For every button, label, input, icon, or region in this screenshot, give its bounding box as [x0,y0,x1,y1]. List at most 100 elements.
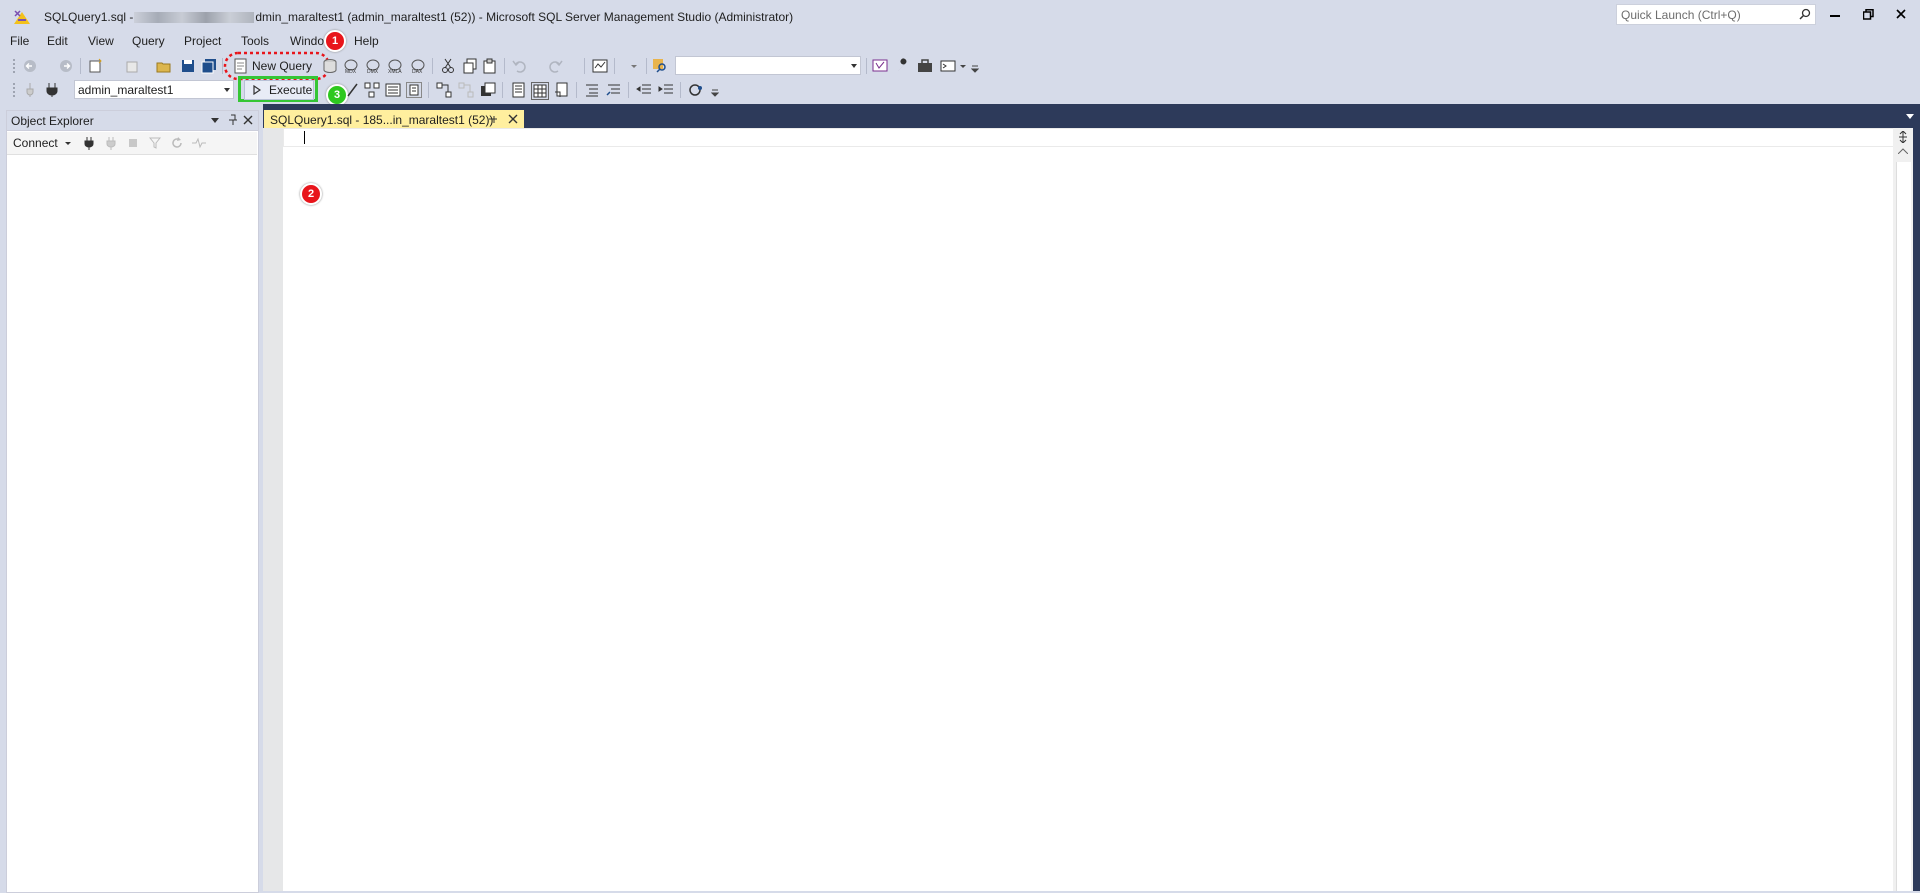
connect-icon[interactable] [22,82,38,98]
query-options-icon[interactable] [385,82,401,98]
dax-query-icon[interactable]: DAX [410,58,426,74]
client-statistics-icon[interactable] [480,82,496,98]
toolbar-separator [614,58,615,74]
execute-label: Execute [269,83,313,97]
tab-sqlquery1[interactable]: SQLQuery1.sql - 185...in_maraltest1 (52)… [264,110,524,129]
pin-icon[interactable] [488,115,498,124]
undo-icon[interactable] [512,58,528,74]
find-in-files-icon[interactable] [652,58,668,74]
menu-project[interactable]: Project [184,34,221,48]
toolbar-overflow-icon[interactable] [710,84,720,100]
pin-icon[interactable] [228,114,238,126]
increase-indent-icon[interactable] [658,82,674,98]
connect-label: Connect [13,136,58,150]
toolbar-grip[interactable] [12,58,16,74]
live-query-stats-icon[interactable] [458,82,474,98]
solution-config-dropdown[interactable] [626,58,642,74]
query-editor[interactable] [263,128,1920,891]
menu-window[interactable]: Windo [290,34,324,48]
scroll-up-icon[interactable] [1898,148,1908,154]
menu-query[interactable]: Query [132,34,165,48]
toolbar-separator [584,58,585,74]
cut-icon[interactable] [440,58,456,74]
properties-wrench-icon[interactable] [895,58,911,74]
connect-dropdown-button[interactable]: Connect [11,135,77,151]
open-file-icon[interactable] [156,58,172,74]
restore-button[interactable] [1853,4,1883,24]
database-value: admin_maraltest1 [78,83,174,97]
change-connection-icon[interactable] [44,82,60,98]
execute-button[interactable]: Execute [244,80,314,100]
save-all-icon[interactable] [201,58,217,74]
chevron-down-icon [224,88,230,92]
comment-out-icon[interactable] [584,82,600,98]
paste-icon[interactable] [482,58,498,74]
results-to-text-icon[interactable] [510,82,526,98]
save-icon[interactable] [180,58,196,74]
connect-plug-icon[interactable] [81,135,97,151]
chevron-down-icon [65,142,71,145]
menu-bar: File Edit View Query Project Tools Windo… [0,32,1920,52]
results-to-grid-icon[interactable] [531,82,549,100]
activity-monitor-icon[interactable] [592,58,608,74]
decrease-indent-icon[interactable] [636,82,652,98]
chevron-down-icon [851,64,857,68]
toolbar-separator [680,82,681,98]
quick-launch-input[interactable]: Quick Launch (Ctrl+Q) [1616,4,1816,25]
copy-icon[interactable] [462,58,478,74]
window-title: SQLQuery1.sql - dmin_maraltest1 (admin_ma… [44,10,793,24]
disconnect-icon[interactable] [103,135,119,151]
minimize-button[interactable] [1820,4,1850,24]
mdx-query-icon[interactable]: MDX [343,58,359,74]
toolbar-separator [646,58,647,74]
uncomment-icon[interactable] [606,82,622,98]
svg-text:DMX: DMX [367,69,379,74]
intellisense-toggle-icon[interactable] [406,82,422,98]
registered-servers-icon[interactable] [872,58,888,74]
close-tab-icon[interactable] [508,114,518,124]
toolbox-icon[interactable] [917,58,933,74]
add-item-icon[interactable] [125,58,141,74]
specify-template-values-icon[interactable] [688,82,704,98]
toolbar-grip[interactable] [12,82,16,98]
menu-help[interactable]: Help [354,34,379,48]
svg-text:XMLA: XMLA [388,69,402,74]
refresh-icon[interactable] [169,135,185,151]
include-actual-plan-icon[interactable] [436,82,452,98]
new-project-icon[interactable] [88,58,104,74]
document-list-dropdown-icon[interactable] [1906,114,1914,120]
object-explorer-tree[interactable] [7,156,257,891]
split-editor-icon[interactable] [1897,131,1909,143]
menu-view[interactable]: View [88,34,114,48]
window-position-dropdown-icon[interactable] [211,118,219,124]
menu-edit[interactable]: Edit [47,34,68,48]
toolbar-overflow-icon[interactable] [970,60,980,76]
redo-icon[interactable] [547,58,563,74]
scrollbar-thumb[interactable] [1896,162,1911,891]
title-bar: SQLQuery1.sql - dmin_maraltest1 (admin_ma… [0,0,1920,34]
xmla-query-icon[interactable]: XMLA [387,58,403,74]
filter-icon[interactable] [147,135,163,151]
command-window-icon[interactable] [940,58,956,74]
chevron-down-icon[interactable] [958,58,968,74]
parse-icon[interactable] [345,82,361,98]
available-databases-dropdown[interactable]: admin_maraltest1 [74,80,234,99]
results-to-file-icon[interactable] [554,82,570,98]
menu-file[interactable]: File [10,34,29,48]
menu-tools[interactable]: Tools [241,34,269,48]
dmx-query-icon[interactable]: DMX [365,58,381,74]
annotation-badge-1: 1 [324,30,346,52]
back-icon[interactable] [22,58,38,74]
ssms-app-icon [12,8,32,28]
activity-pulse-icon[interactable] [191,135,207,151]
editor-vertical-scrollbar[interactable] [1893,128,1913,891]
window-edge [1913,128,1920,891]
database-engine-query-icon[interactable] [322,58,338,74]
find-combo[interactable] [675,56,861,75]
display-estimated-plan-icon[interactable] [364,82,380,98]
svg-text:DAX: DAX [412,69,423,74]
stop-icon[interactable] [125,135,141,151]
close-panel-icon[interactable] [243,115,253,125]
forward-icon[interactable] [58,58,74,74]
close-window-button[interactable] [1886,4,1916,24]
